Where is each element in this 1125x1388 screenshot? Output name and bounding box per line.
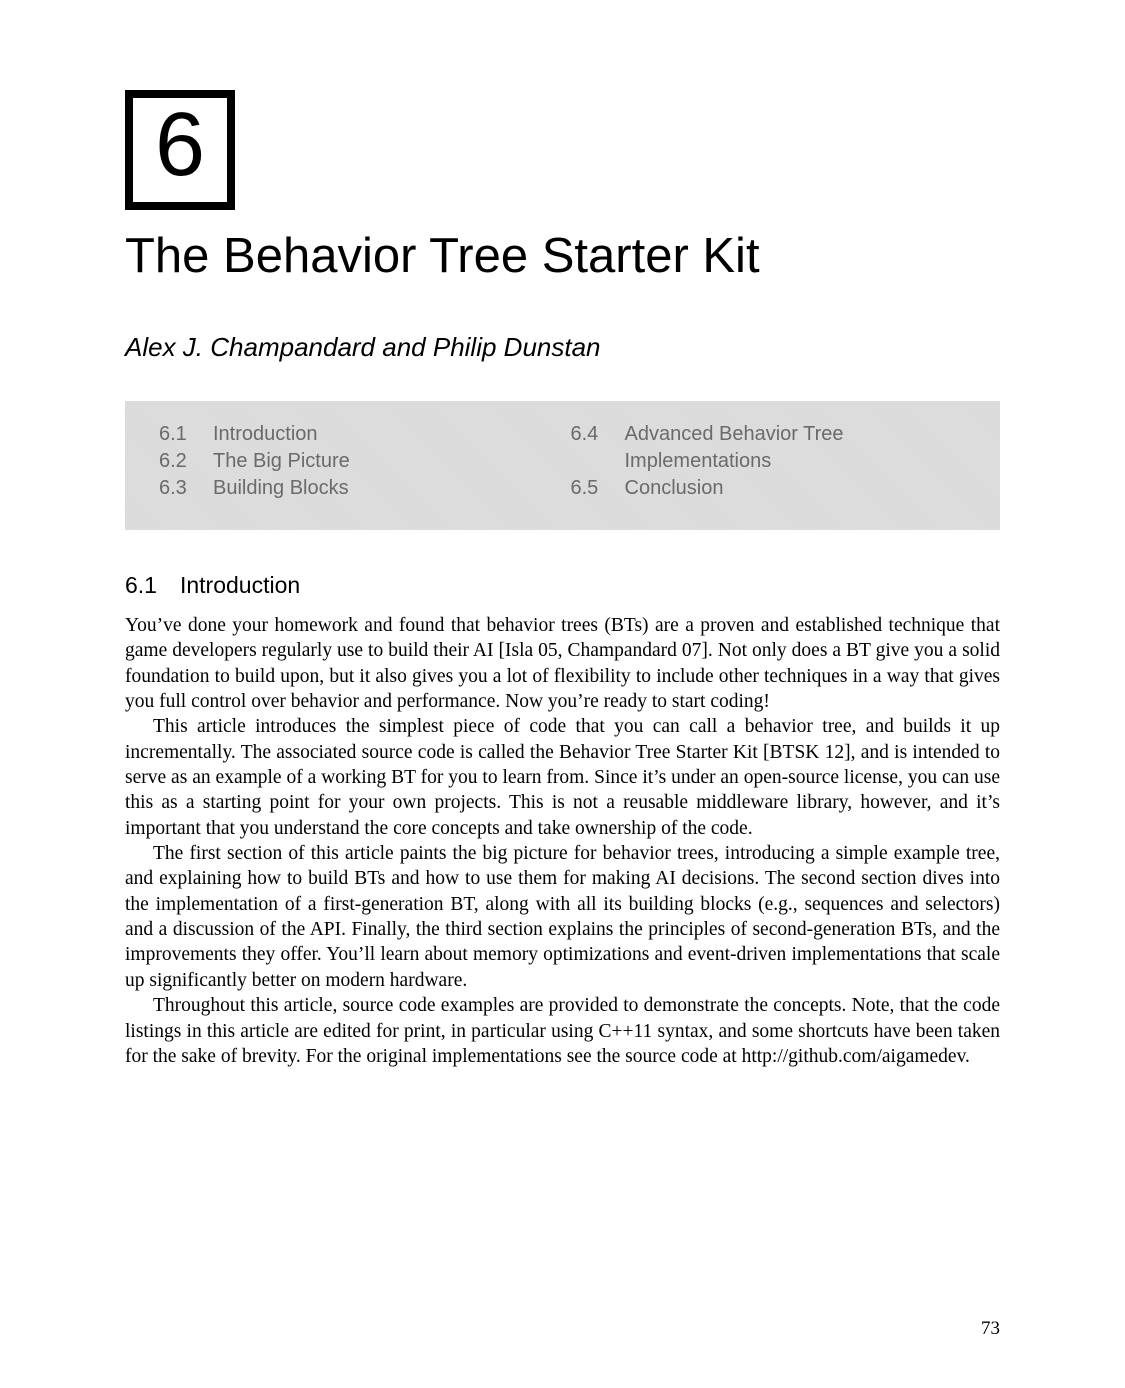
toc-item: 6.4 Advanced Behavior Tree	[571, 423, 967, 446]
toc-column-left: 6.1 Introduction 6.2 The Big Picture 6.3…	[159, 423, 555, 500]
chapter-number: 6	[155, 100, 205, 190]
body-paragraph: You’ve done your homework and found that…	[125, 613, 1000, 714]
toc-label: Building Blocks	[213, 477, 555, 500]
page: 6 The Behavior Tree Starter Kit Alex J. …	[0, 0, 1125, 1129]
body-paragraph: This article introduces the simplest pie…	[125, 714, 1000, 841]
toc-column-right: 6.4 Advanced Behavior Tree Implementatio…	[571, 423, 967, 500]
toc-box: 6.1 Introduction 6.2 The Big Picture 6.3…	[125, 401, 1000, 530]
toc-num: 6.5	[571, 477, 607, 500]
toc-label: Advanced Behavior Tree	[625, 423, 967, 446]
toc-num: 6.3	[159, 477, 195, 500]
body-paragraph: Throughout this article, source code exa…	[125, 993, 1000, 1069]
page-number: 73	[981, 1318, 1000, 1340]
toc-item: 6.2 The Big Picture	[159, 450, 555, 473]
chapter-number-box: 6	[125, 90, 235, 210]
chapter-authors: Alex J. Champandard and Philip Dunstan	[125, 332, 1000, 363]
toc-item: 6.3 Building Blocks	[159, 477, 555, 500]
body-paragraph: The first section of this article paints…	[125, 841, 1000, 993]
chapter-title: The Behavior Tree Starter Kit	[125, 228, 1000, 284]
toc-item: 6.5 Conclusion	[571, 477, 967, 500]
toc-sublabel: Implementations	[625, 450, 967, 473]
section-heading: 6.1 Introduction	[125, 572, 1000, 599]
toc-label: The Big Picture	[213, 450, 555, 473]
toc-item: 6.1 Introduction	[159, 423, 555, 446]
toc-label: Introduction	[213, 423, 555, 446]
toc-num: 6.4	[571, 423, 607, 446]
toc-label: Conclusion	[625, 477, 967, 500]
toc-num: 6.1	[159, 423, 195, 446]
toc-num: 6.2	[159, 450, 195, 473]
